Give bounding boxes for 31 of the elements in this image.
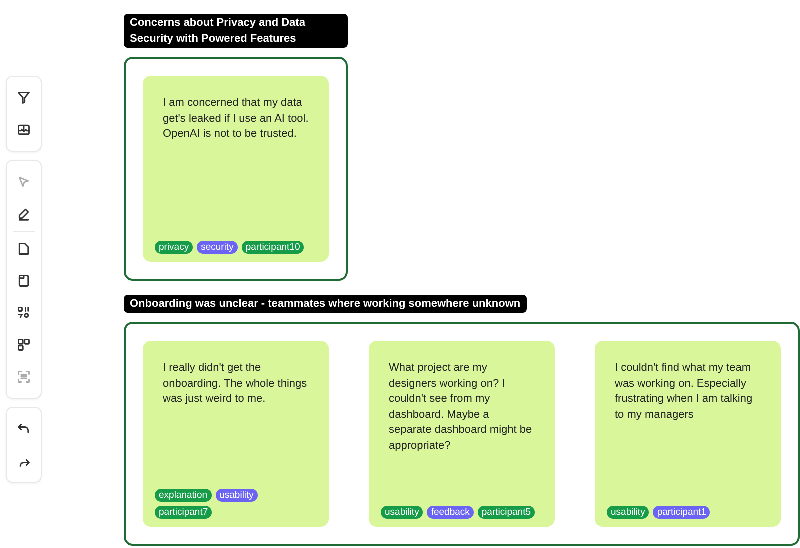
tag: usability xyxy=(216,489,258,502)
note-text: What project are my designers working on? I couldn't see from my dashboard. Maybe a separate dashboard might be appropriate? xyxy=(388,361,534,454)
tag: usability xyxy=(607,506,650,519)
sticky-note[interactable]: What project are my designers working on? I couldn't see from my dashboard. Maybe a separate dashboard might be appropriate? usability feedback participant5 xyxy=(369,341,555,527)
sticky-note[interactable]: I am concerned that my data get's leaked if I use an AI tool. OpenAI is not to be trusted. privacy security participant10 xyxy=(143,76,329,262)
tag: explanation xyxy=(155,489,212,502)
tag: usability xyxy=(381,506,424,519)
note-text: I couldn't find what my team was working on. Especially frustrating when I am talking to my managers xyxy=(614,361,754,422)
sticky-note[interactable]: I couldn't find what my team was working on. Especially frustrating when I am talking to my managers usability participant1 xyxy=(595,341,781,527)
tag: participant7 xyxy=(155,506,212,519)
note-text: I am concerned that my data get's leaked if I use an AI tool. OpenAI is not to be trusted. xyxy=(162,96,310,142)
shapes-icon xyxy=(17,306,31,320)
download-tray-icon xyxy=(17,123,31,137)
filter-icon xyxy=(17,91,31,105)
window-icon xyxy=(17,274,31,288)
note-text: I really didn't get the onboarding. The whole things was just weird to me. xyxy=(162,361,308,407)
cluster-title: Onboarding was unclear - teammates where working somewhere unknown xyxy=(124,295,527,313)
tag: security xyxy=(197,241,238,254)
tag: participant10 xyxy=(242,241,304,254)
tag: participant1 xyxy=(653,506,710,519)
grid-icon xyxy=(17,338,31,352)
cluster-title: Concerns about Privacy and Data Security with Powered Features xyxy=(124,14,348,48)
tag: feedback xyxy=(427,506,474,519)
tag: privacy xyxy=(155,241,194,254)
tag: participant5 xyxy=(478,506,536,519)
undo-icon xyxy=(17,422,31,436)
sticky-note[interactable]: I really didn't get the onboarding. The whole things was just weird to me. explanation usability participant7 xyxy=(143,341,329,527)
file-icon xyxy=(17,242,31,256)
pen-icon xyxy=(17,207,31,221)
cursor-icon xyxy=(17,175,31,189)
scan-icon xyxy=(17,370,31,384)
